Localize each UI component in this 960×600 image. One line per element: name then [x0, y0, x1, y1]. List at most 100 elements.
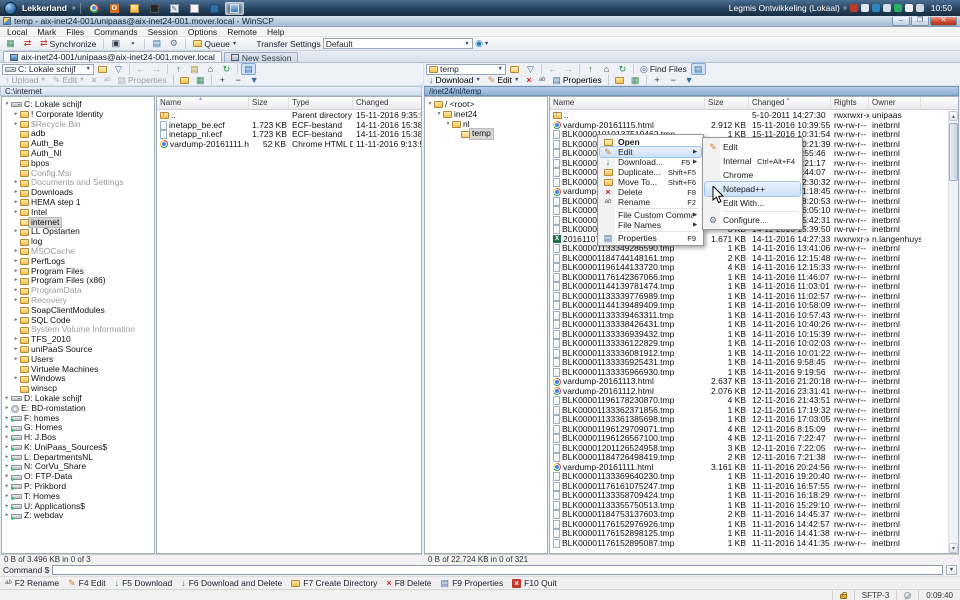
tree-item-internet[interactable]: internet [2, 218, 154, 228]
rename-button[interactable]: ab [536, 75, 549, 85]
start-button-icon[interactable] [4, 2, 17, 15]
tree-item-p-prikbord[interactable]: ▸P: Prikbord [2, 482, 154, 492]
tree-item-u-applications[interactable]: ▸U: Applications$ [2, 502, 154, 512]
scroll-down-icon[interactable]: ▼ [949, 543, 958, 553]
expander-icon[interactable]: ▸ [12, 374, 20, 384]
tree-item-temp[interactable]: temp [425, 129, 547, 139]
file-row-blk00001184744148161-tmp[interactable]: BLK00001184744148161.tmp2 KB14-11-2016 1… [550, 254, 948, 264]
expander-icon[interactable]: ▸ [3, 502, 11, 512]
tree-item-program-files[interactable]: ▸Program Files [2, 267, 154, 277]
expander-icon[interactable]: ▸ [12, 286, 20, 296]
tray-inbox-icon[interactable] [861, 4, 869, 12]
open-folder-button[interactable] [507, 63, 522, 75]
tree-item-l-departmentsnl[interactable]: ▸L: DepartmentsNL [2, 453, 154, 463]
tree-item-perflogs[interactable]: ▸PerfLogs [2, 257, 154, 267]
expander-icon[interactable]: ▸ [3, 462, 11, 472]
file-row-vardump-20161113-html[interactable]: vardump-20161113.html2.637 KB13-11-2016 … [550, 377, 948, 387]
context-menu-item-duplicate[interactable]: Duplicate...Shift+F5 [600, 167, 701, 177]
tree-item-c-lokale-schijf[interactable]: ▾C: Lokale schijf [2, 100, 154, 110]
expander-icon[interactable]: ▸ [3, 443, 11, 453]
file-row-blk00001196178230870-tmp[interactable]: BLK00001196178230870.tmp4 KB12-11-2016 2… [550, 396, 948, 406]
expander-icon[interactable]: ▸ [12, 208, 20, 218]
find-files-button[interactable]: ◎Find Files [637, 63, 690, 75]
expander-icon[interactable]: ▾ [3, 100, 11, 110]
synchronize-button[interactable]: ⇄ Synchronize [37, 38, 99, 50]
file-row-blk00001176142367066-tmp[interactable]: BLK00001176142367066.tmp1 KB14-11-2016 1… [550, 273, 948, 283]
taskbar-outlook-button[interactable]: O [105, 2, 124, 15]
tree-item-g-homes[interactable]: ▸G: Homes [2, 423, 154, 433]
delete-button[interactable]: × [523, 75, 534, 85]
tree-item-auth-be[interactable]: Auth_Be [2, 139, 154, 149]
transfer-options-button[interactable]: ◉ ▼ [475, 38, 490, 50]
scroll-up-icon[interactable]: ▲ [949, 111, 958, 121]
edit-submenu-item-chrome[interactable]: Chrome [705, 168, 800, 182]
tree-item-msocache[interactable]: ▸MSOCache [2, 247, 154, 257]
context-menu-item-file-custom-commands[interactable]: File Custom Commands▶ [600, 210, 701, 220]
file-row-blk00001176161075247-tmp[interactable]: BLK00001176161075247.tmp1 KB11-11-2016 1… [550, 482, 948, 492]
fkey-f5-button[interactable]: ↓F5 Download [115, 578, 173, 588]
tray-sync-icon[interactable] [894, 4, 902, 12]
column-header-name[interactable]: Name [550, 97, 705, 109]
file-row-blk00001133339463311-tmp[interactable]: BLK00001133339463311.tmp1 KB14-11-2016 1… [550, 311, 948, 321]
encryption-status[interactable] [832, 590, 854, 600]
tree-item-tfs-2010[interactable]: ▸TFS_2010 [2, 335, 154, 345]
back-button[interactable]: ← [545, 63, 560, 75]
menu-remote[interactable]: Remote [222, 27, 262, 37]
forward-button[interactable]: → [561, 63, 576, 75]
menu-commands[interactable]: Commands [89, 27, 142, 37]
file-row-blk00001196126567100-tmp[interactable]: BLK00001196126567100.tmp4 KB12-11-2016 7… [550, 434, 948, 444]
file-row-blk00001196144133720-tmp[interactable]: BLK00001196144133720.tmp4 KB14-11-2016 1… [550, 263, 948, 273]
tree-item-soapclientmodules[interactable]: SoapClientModules [2, 306, 154, 316]
tree-toggle-button[interactable]: ▤ [691, 63, 706, 75]
expander-icon[interactable]: ▸ [12, 247, 20, 257]
taskbar-editor-button[interactable]: ✎ [165, 2, 184, 15]
maximize-button[interactable]: ❐ [911, 17, 929, 26]
expander-icon[interactable]: ▸ [12, 296, 20, 306]
expander-icon[interactable]: ▸ [3, 492, 11, 502]
tree-toggle-button[interactable]: ▤ [241, 63, 256, 75]
expander-icon[interactable]: ▸ [12, 110, 20, 120]
file-row-blk00001176152976926-tmp[interactable]: BLK00001176152976926.tmp1 KB11-11-2016 1… [550, 520, 948, 530]
file-row-inetapp-nl-ecf[interactable]: inetapp_nl.ecf1.723 KBECF-bestand14-11-2… [157, 130, 421, 140]
tree-item-corporate-identity[interactable]: ▸! Corporate Identity [2, 110, 154, 120]
fkey-f6-button[interactable]: ↓F6 Download and Delete [181, 578, 282, 588]
download-button[interactable]: ↓Download▼ [426, 75, 484, 85]
remote-directory-select[interactable]: temp ▼ [426, 64, 506, 75]
tree-item-program-files-x86[interactable]: ▸Program Files (x86) [2, 276, 154, 286]
context-menu-item-properties[interactable]: ▤PropertiesF9 [600, 233, 701, 243]
file-row-blk00001133369640230-tmp[interactable]: BLK00001133369640230.tmp1 KB11-11-2016 1… [550, 472, 948, 482]
fkey-f8-button[interactable]: ×F8 Delete [386, 578, 431, 588]
expander-icon[interactable]: ▸ [12, 188, 20, 198]
column-header-changed[interactable]: Changed [353, 97, 421, 109]
plus-button[interactable]: + [215, 75, 230, 85]
new-session-tab[interactable]: New Session [224, 52, 299, 62]
column-header-type[interactable]: Type [289, 97, 353, 109]
console-button[interactable]: ▣ [108, 38, 123, 50]
expander-icon[interactable]: ▸ [12, 267, 20, 277]
command-input[interactable] [52, 565, 943, 575]
file-row-blk00001133339776989-tmp[interactable]: BLK00001133339776989.tmp1 KB14-11-2016 1… [550, 292, 948, 302]
expander-icon[interactable]: ▸ [12, 316, 20, 326]
expander-icon[interactable]: ▸ [12, 355, 20, 365]
expander-icon[interactable]: ▸ [12, 257, 20, 267]
session-tab[interactable]: aix-inet24-001/unipaas@aix-inet24-001.mo… [3, 51, 222, 62]
menu-local[interactable]: Local [2, 27, 32, 37]
new-folder-button[interactable] [612, 75, 627, 85]
fkey-f7-button[interactable]: F7 Create Directory [291, 578, 377, 588]
expander-icon[interactable]: ▸ [12, 178, 20, 188]
taskbar-document-button[interactable] [185, 2, 204, 15]
fkey-f9-button[interactable]: ▤F9 Properties [441, 578, 504, 588]
expander-icon[interactable]: ▸ [3, 404, 11, 414]
context-menu-item-download[interactable]: ↓Download...F5▶ [600, 157, 701, 167]
file-row-[interactable]: ..5-10-2011 14:27:30rwxrwxr-xunipaas [550, 111, 948, 121]
expander-icon[interactable]: ▾ [435, 110, 443, 120]
expander-icon[interactable]: ▸ [3, 472, 11, 482]
grid-button[interactable]: ▦ [3, 38, 18, 50]
fkey-f4-button[interactable]: ✎F4 Edit [68, 578, 105, 588]
file-row-blk00001184726498419-tmp[interactable]: BLK00001184726498419.tmp2 KB12-11-2016 7… [550, 453, 948, 463]
up-button[interactable]: ↑ [171, 63, 186, 75]
edit-button[interactable]: ✎Edit▼ [485, 75, 523, 85]
tree-item-k-unipaas-sources[interactable]: ▸K: UniPaas_Sources$ [2, 443, 154, 453]
grid-button[interactable]: ▦ [628, 75, 643, 85]
menu-session[interactable]: Session [143, 27, 183, 37]
